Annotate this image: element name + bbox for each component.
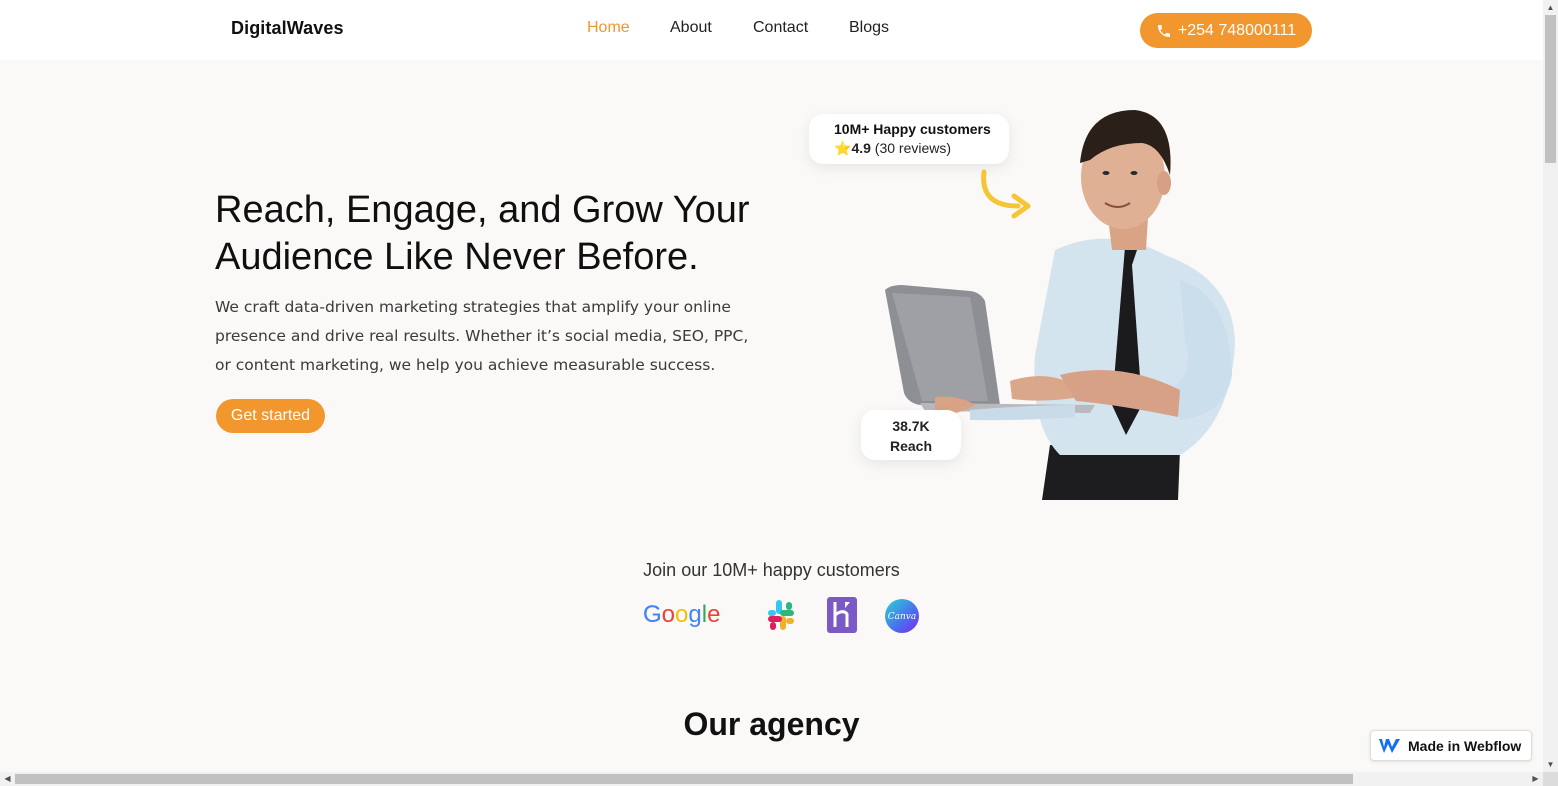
reach-label: Reach xyxy=(889,438,933,454)
canva-logo: Canva xyxy=(885,599,919,633)
rating-line: ⭐4.9 (30 reviews) xyxy=(834,140,1009,157)
svg-text:Canva: Canva xyxy=(888,612,917,622)
nav-about[interactable]: About xyxy=(670,19,712,37)
brand-logo[interactable]: DigitalWaves xyxy=(231,18,344,39)
phone-number: +254 748000111 xyxy=(1177,21,1297,39)
webflow-icon xyxy=(1379,738,1400,753)
phone-button[interactable]: +254 748000111 xyxy=(1140,13,1312,48)
agency-heading: Our agency xyxy=(683,706,860,742)
happy-customers-badge: 10M+ Happy customers ⭐4.9 (30 reviews) xyxy=(809,114,1009,164)
scroll-up-icon[interactable]: ▲ xyxy=(1543,0,1558,15)
horizontal-scroll-thumb[interactable] xyxy=(15,774,1353,784)
webflow-label: Made in Webflow xyxy=(1408,737,1522,754)
star-icon: ⭐ xyxy=(834,140,852,156)
customers-count: 10M+ Happy customers xyxy=(834,121,991,137)
reviews-count: (30 reviews) xyxy=(874,140,952,156)
rating-value: 4.9 xyxy=(851,140,871,156)
curved-arrow-icon xyxy=(981,169,1031,219)
vertical-scroll-thumb[interactable] xyxy=(1545,15,1556,163)
phone-icon xyxy=(1157,24,1170,37)
scroll-right-icon[interactable]: ▶ xyxy=(1528,772,1543,786)
svg-text:Google: Google xyxy=(643,601,720,628)
nav-home[interactable]: Home xyxy=(587,19,630,37)
nav-contact[interactable]: Contact xyxy=(753,19,808,37)
hero-title: Reach, Engage, and Grow Your Audience Li… xyxy=(215,189,750,278)
horizontal-scrollbar[interactable]: ◀ ▶ xyxy=(0,772,1543,786)
reach-value: 38.7K xyxy=(892,418,930,434)
vertical-scrollbar[interactable]: ▲ ▼ xyxy=(1543,0,1558,772)
scroll-down-icon[interactable]: ▼ xyxy=(1543,757,1558,772)
site-header: DigitalWaves Home About Contact Blogs +2… xyxy=(0,0,1543,60)
hero-description: We craft data-driven marketing strategie… xyxy=(215,298,749,374)
google-logo: G Google xyxy=(643,601,720,628)
nav-blogs[interactable]: Blogs xyxy=(849,19,889,37)
scroll-left-icon[interactable]: ◀ xyxy=(0,772,15,786)
reach-badge: 38.7K Reach xyxy=(861,410,961,460)
slack-logo xyxy=(768,600,794,630)
heroku-logo xyxy=(827,597,857,633)
scrollbar-corner xyxy=(1543,772,1558,786)
made-in-webflow-badge[interactable]: Made in Webflow xyxy=(1370,730,1532,761)
customers-heading: Join our 10M+ happy customers xyxy=(643,560,900,580)
get-started-button[interactable]: Get started xyxy=(216,399,325,433)
